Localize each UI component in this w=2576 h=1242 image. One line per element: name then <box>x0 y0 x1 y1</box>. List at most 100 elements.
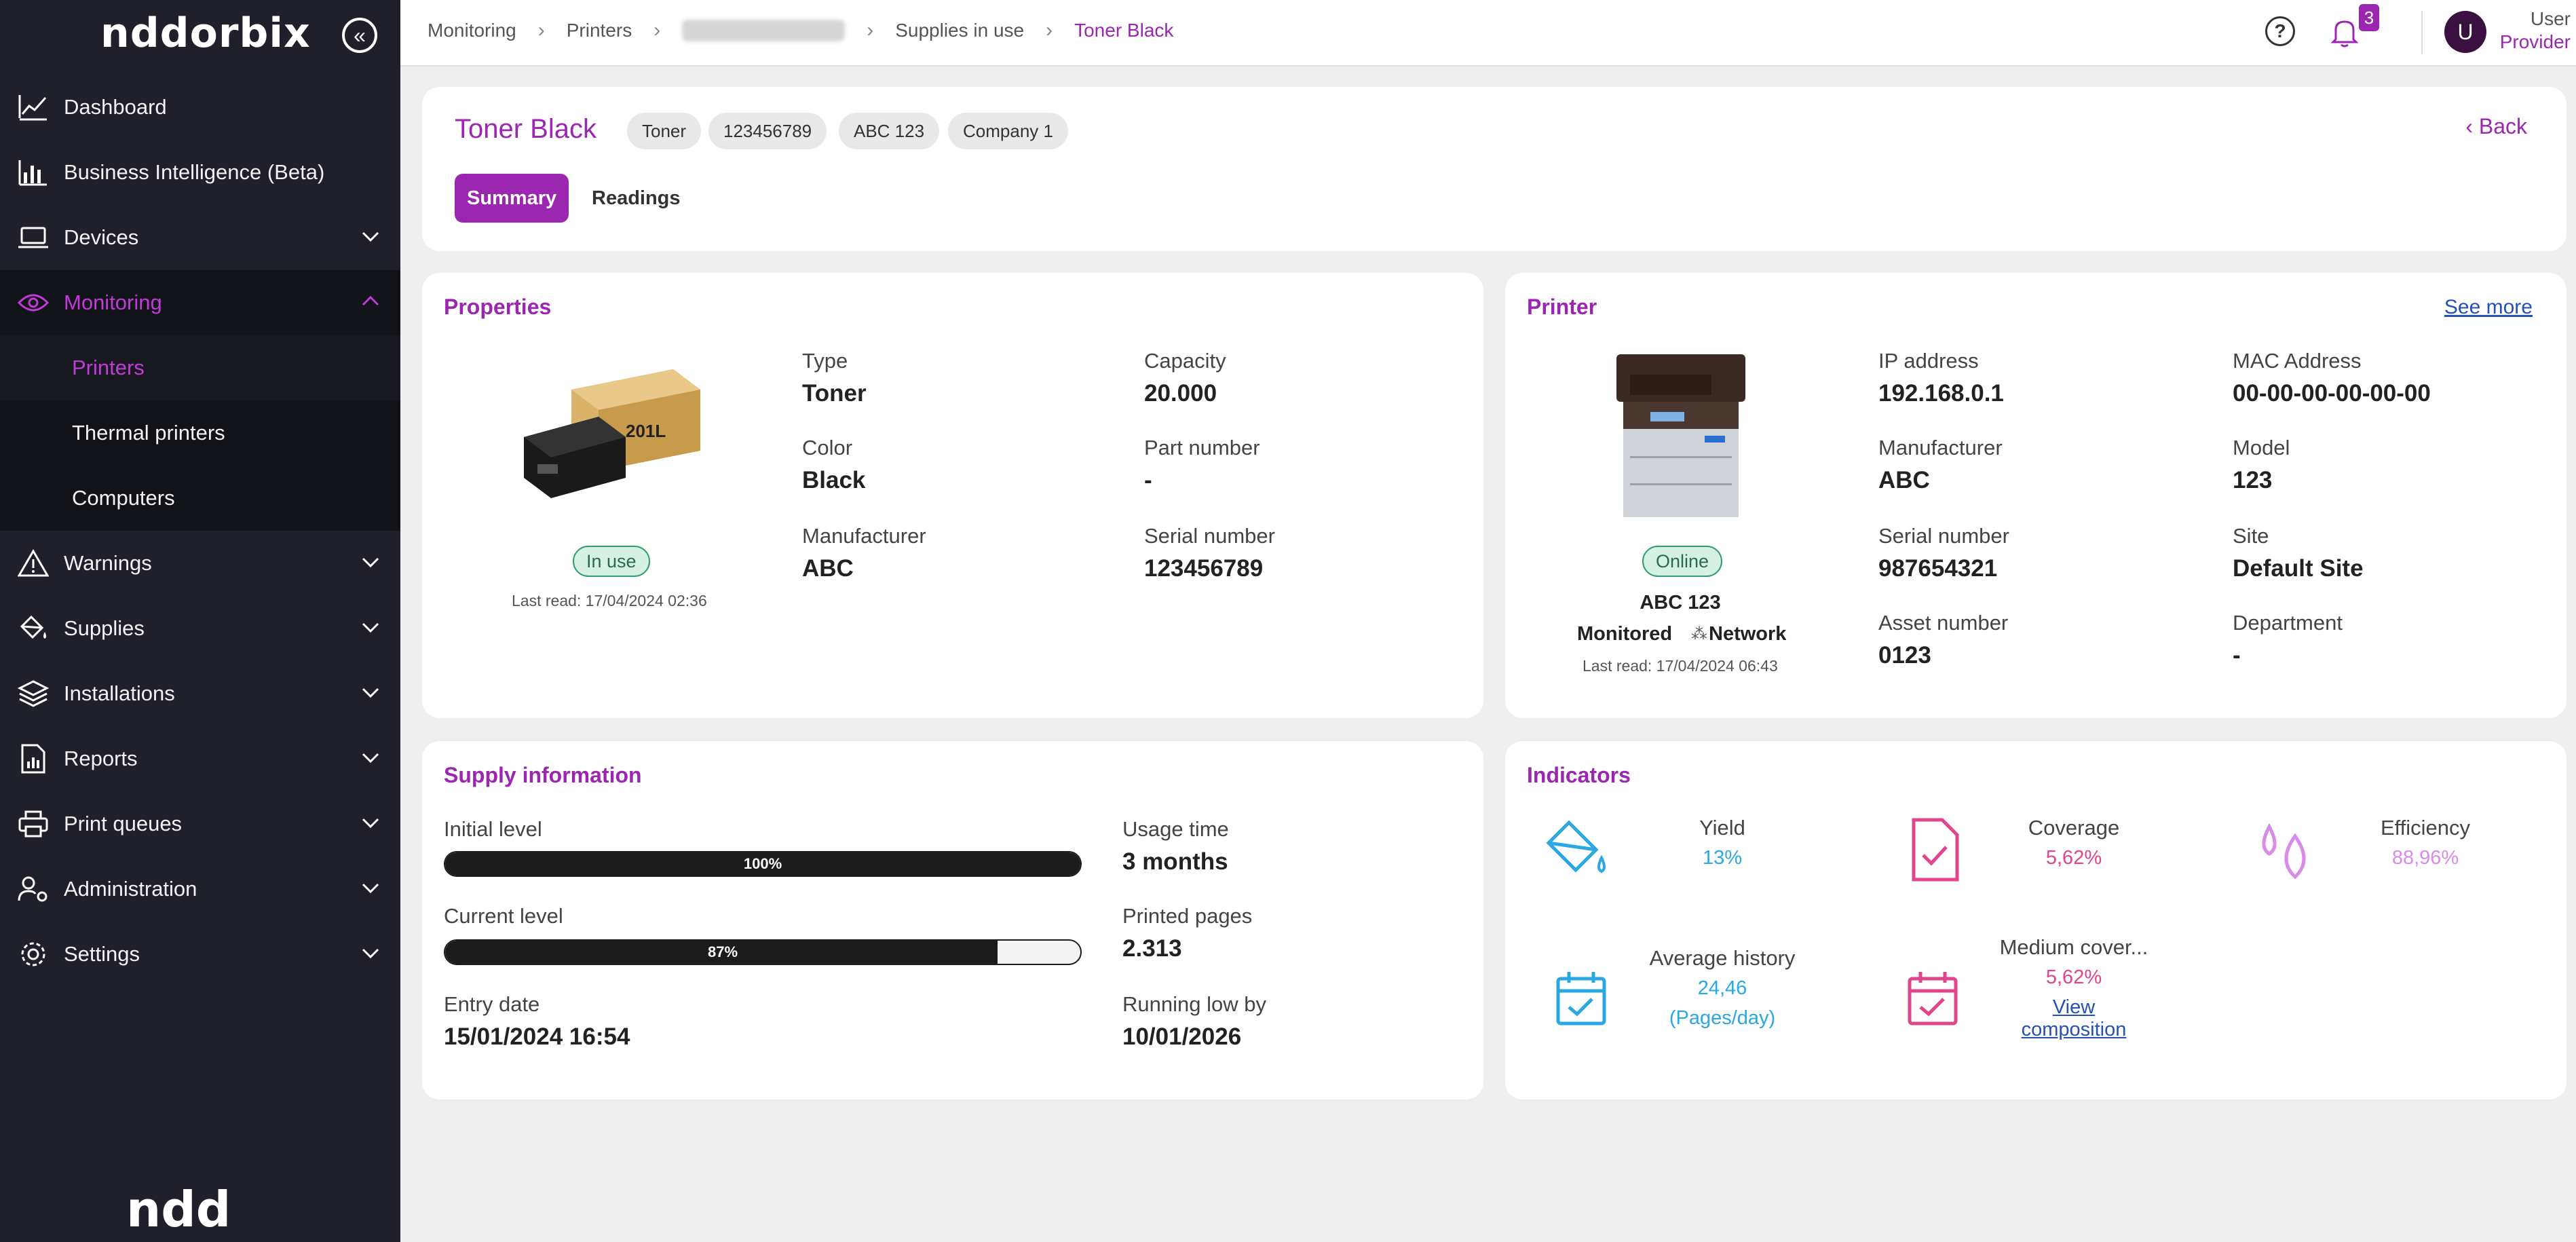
tab-readings[interactable]: Readings <box>580 174 693 223</box>
field-value: Default Site <box>2233 555 2364 582</box>
field-label: Capacity <box>1144 349 1226 373</box>
printer-card: Printer See more Online ABC 123 Monitore… <box>1505 273 2566 718</box>
sidebar-item-dashboard[interactable]: Dashboard <box>0 75 400 140</box>
calendar-check-icon <box>1908 972 1958 1025</box>
bell-icon[interactable] <box>2328 15 2362 49</box>
supply-info-card: Supply information Initial level 100% Cu… <box>422 741 1483 1099</box>
divider <box>2421 11 2423 54</box>
layers-icon <box>16 677 50 711</box>
sidebar-item-label: Installations <box>64 681 175 705</box>
sidebar-item-monitoring[interactable]: Monitoring <box>0 270 400 335</box>
field-value: 00-00-00-00-00-00 <box>2233 380 2431 407</box>
sidebar-subitem-computers[interactable]: Computers <box>0 466 400 531</box>
view-composition-link[interactable]: View composition <box>1979 996 2169 1041</box>
sidebar-subitem-label: Computers <box>72 486 175 510</box>
sidebar-item-label: Print queues <box>64 812 183 835</box>
sidebar-item-administration[interactable]: Administration <box>0 857 400 922</box>
breadcrumb-supplies[interactable]: Supplies in use <box>895 20 1024 41</box>
sidebar: nddorbix « Dashboard Business Intelligen… <box>0 0 400 1242</box>
view-composition-line2: composition <box>2021 1019 2127 1040</box>
breadcrumb-printers[interactable]: Printers <box>567 20 632 41</box>
field-label: Serial number <box>1144 524 1275 548</box>
field-label: Manufacturer <box>802 524 926 548</box>
status-badge: Online <box>1642 546 1723 577</box>
field-label: Color <box>802 436 853 459</box>
field-value: - <box>2233 642 2241 669</box>
sidebar-subitem-label: Printers <box>72 356 145 379</box>
last-read: Last read: 17/04/2024 02:36 <box>512 592 707 609</box>
page-title: Toner Black <box>455 114 596 144</box>
chevron-right-icon: › <box>654 19 661 41</box>
sidebar-item-label: Business Intelligence (Beta) <box>64 160 325 184</box>
chevron-down-icon <box>362 948 379 959</box>
field-value: 192.168.0.1 <box>1878 380 2004 407</box>
help-icon[interactable]: ? <box>2265 16 2295 46</box>
coverage-label: Coverage <box>2028 816 2120 840</box>
field-label: Serial number <box>1878 524 2009 548</box>
usage-time-value: 3 months <box>1122 848 1228 875</box>
sidebar-item-label: Warnings <box>64 551 152 575</box>
avg-history-label: Average history <box>1649 946 1796 970</box>
sidebar-subitem-printers[interactable]: Printers <box>0 335 400 400</box>
chevron-up-icon <box>362 295 379 306</box>
section-title: Indicators <box>1527 763 1631 787</box>
chevron-right-icon: › <box>1046 19 1053 41</box>
breadcrumb-redacted-device[interactable] <box>682 20 846 41</box>
notification-badge: 3 <box>2359 4 2379 31</box>
field-label: Site <box>2233 524 2269 548</box>
user-gear-icon <box>16 872 50 906</box>
entry-date-label: Entry date <box>444 992 540 1016</box>
field-value: ABC <box>802 555 854 582</box>
sidebar-item-label: Supplies <box>64 616 145 640</box>
drops-icon <box>2262 823 2306 880</box>
field-label: IP address <box>1878 349 1979 373</box>
laptop-icon <box>16 221 50 255</box>
field-value: 987654321 <box>1878 555 1998 582</box>
sidebar-item-settings[interactable]: Settings <box>0 922 400 987</box>
sidebar-item-bi[interactable]: Business Intelligence (Beta) <box>0 140 400 205</box>
field-value: - <box>1144 467 1152 493</box>
see-more-link[interactable]: See more <box>2444 296 2533 319</box>
back-button[interactable]: ‹ Back <box>2465 114 2527 139</box>
current-level-label: Current level <box>444 904 563 928</box>
sidebar-item-devices[interactable]: Devices <box>0 205 400 270</box>
printer-icon <box>16 807 50 841</box>
chevron-left-icon: ‹ <box>2465 114 2479 138</box>
breadcrumb-current: Toner Black <box>1074 20 1174 41</box>
sidebar-item-supplies[interactable]: Supplies <box>0 596 400 661</box>
chip-type: Toner <box>627 113 702 149</box>
running-low-label: Running low by <box>1122 992 1266 1016</box>
field-label: Manufacturer <box>1878 436 2003 459</box>
user-name[interactable]: User <box>2496 8 2571 30</box>
sidebar-item-reports[interactable]: Reports <box>0 726 400 791</box>
gear-icon <box>16 937 50 971</box>
sidebar-item-label: Dashboard <box>64 95 167 119</box>
sidebar-item-print-queues[interactable]: Print queues <box>0 791 400 857</box>
medium-cover-label: Medium cover... <box>1999 935 2148 959</box>
chip-company: Company 1 <box>948 113 1068 149</box>
report-icon <box>16 742 50 776</box>
printer-image <box>1616 354 1745 517</box>
yield-value: 13% <box>1702 847 1743 869</box>
collapse-sidebar-button[interactable]: « <box>342 18 377 53</box>
coverage-value: 5,62% <box>2045 847 2102 869</box>
breadcrumb-monitoring[interactable]: Monitoring <box>428 20 516 41</box>
sidebar-item-warnings[interactable]: Warnings <box>0 531 400 596</box>
avg-history-value: 24,46 <box>1697 977 1747 999</box>
avatar[interactable]: U <box>2444 11 2486 53</box>
field-value: 123456789 <box>1144 555 1264 582</box>
field-value: ABC <box>1878 467 1930 493</box>
sidebar-item-label: Administration <box>64 877 197 901</box>
tab-summary[interactable]: Summary <box>455 174 569 223</box>
chip-serial: 123456789 <box>708 113 827 149</box>
sidebar-item-installations[interactable]: Installations <box>0 661 400 726</box>
warning-icon <box>16 546 50 580</box>
last-read: Last read: 17/04/2024 06:43 <box>1583 657 1778 675</box>
toner-image: 201L <box>524 369 700 498</box>
header-card: Toner Black Toner 123456789 ABC 123 Comp… <box>422 87 2566 251</box>
field-label: Part number <box>1144 436 1260 459</box>
chevron-down-icon <box>362 231 379 242</box>
efficiency-label: Efficiency <box>2380 816 2471 840</box>
sidebar-subitem-thermal-printers[interactable]: Thermal printers <box>0 400 400 466</box>
indicators-card: Indicators Yield 13% Coverage 5,62% Effi… <box>1505 741 2566 1099</box>
